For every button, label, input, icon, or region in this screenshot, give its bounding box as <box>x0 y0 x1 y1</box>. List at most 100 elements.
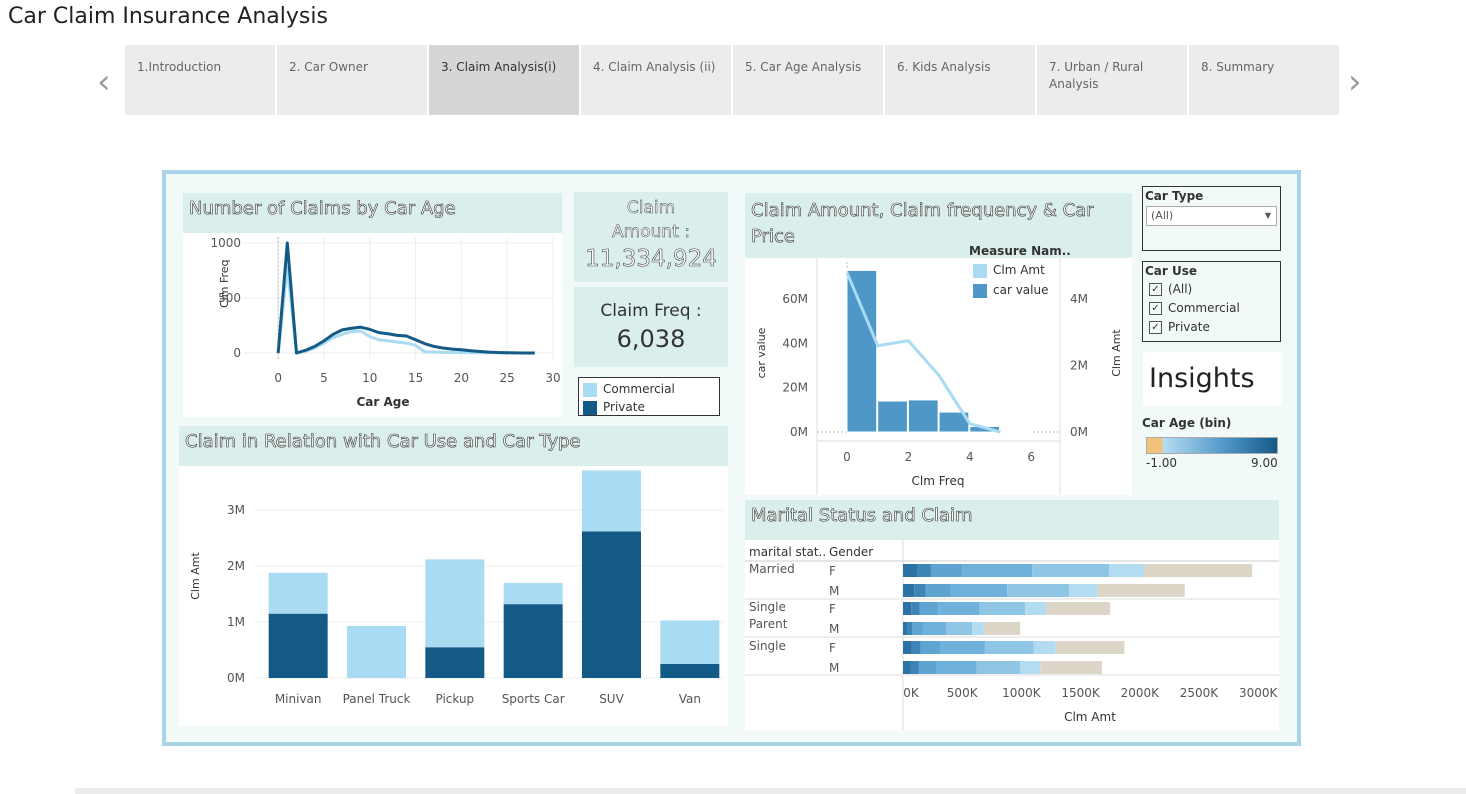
gender-label: F <box>829 641 836 655</box>
x-tick-label: 15 <box>408 371 423 385</box>
legend-private[interactable]: Private <box>583 398 715 416</box>
right-axis-title: Clm Amt <box>1110 329 1123 377</box>
marital-panel: F Married M F Single Parent M F Single M 0K 500K 100… <box>745 540 1279 731</box>
bar-segment <box>910 661 919 674</box>
x-tick-label: 0K <box>903 686 920 700</box>
left-tick-label: 40M <box>782 336 808 350</box>
x-axis-title: Clm Amt <box>1064 710 1116 724</box>
bar-private <box>582 531 641 678</box>
price-chart-title: Claim Amount, Claim frequency & Car Pric… <box>745 193 1132 258</box>
y-tick-label: 2M <box>227 559 245 573</box>
marital-status-label: Single <box>749 600 786 614</box>
category-label: Panel Truck <box>343 692 411 706</box>
gender-label: F <box>829 602 836 616</box>
x-tick-label: 500K <box>947 686 979 700</box>
car-type-chart[interactable]: 0M 1M 2M 3M Minivan Panel Truck Pickup Sports … <box>179 466 728 726</box>
left-tick-label: 60M <box>782 292 808 306</box>
bar-segment <box>983 622 1021 635</box>
bar-segment <box>916 564 931 577</box>
chevron-down-icon: ▼ <box>1264 211 1271 220</box>
legend-car-value[interactable]: car value <box>973 283 1048 298</box>
checkbox-checked-icon: ✓ <box>1149 302 1162 315</box>
tab-introduction[interactable]: 1.Introduction <box>125 45 275 115</box>
car-use-filter-label: Car Use <box>1145 264 1198 278</box>
right-tick-label: 0M <box>1070 425 1088 439</box>
car-type-dropdown[interactable]: (All) ▼ <box>1146 206 1277 226</box>
car-type-filter: Car Type (All) ▼ <box>1142 186 1281 251</box>
bar-segment <box>1097 584 1185 597</box>
bar-commercial <box>503 582 563 605</box>
measure-legend-title: Measure Nam.. <box>969 244 1071 258</box>
bar-segment <box>920 641 941 654</box>
tab-claim-analysis-i[interactable]: 3. Claim Analysis(i) <box>429 45 579 115</box>
car-use-option-label: Private <box>1168 320 1210 334</box>
marital-status-label: Parent <box>749 617 788 631</box>
bar-segment <box>925 584 951 597</box>
marital-chart[interactable]: FMarriedMFSingleParent MFSingleM0K 500K 100… <box>745 540 1279 731</box>
right-tick-label: 4M <box>1070 292 1088 306</box>
claims-by-age-chart[interactable]: 0 5 10 15 20 25 3005001000 Clm Freq Car Age <box>183 233 562 417</box>
bottom-toolbar <box>75 788 1466 794</box>
x-tick-label: 0 <box>274 371 282 385</box>
tab-urban-rural-analysis[interactable]: 7. Urban / Rural Analysis <box>1037 45 1187 115</box>
bar-private <box>660 664 720 678</box>
claim-freq-label: Claim Freq : <box>600 301 702 321</box>
car-use-option-private[interactable]: ✓ Private <box>1143 318 1280 337</box>
tab-summary[interactable]: 8. Summary <box>1189 45 1339 115</box>
car-use-option-label: (All) <box>1168 282 1193 296</box>
gender-label: M <box>829 622 839 636</box>
x-axis-title: Car Age <box>356 395 409 409</box>
legend-car-value-label: car value <box>993 283 1049 297</box>
checkbox-checked-icon: ✓ <box>1149 283 1162 296</box>
tab-kids-analysis[interactable]: 6. Kids Analysis <box>885 45 1035 115</box>
bar-segment <box>940 641 985 654</box>
bar-segment <box>950 584 1008 597</box>
price-chart-panel: 0M 20M 40M 60M 0M 2M 4M 0 2 4 6 car value Clm Amt … <box>745 244 1132 495</box>
legend-commercial[interactable]: Commercial <box>583 380 715 398</box>
bar-segment <box>903 602 912 615</box>
commercial-swatch <box>583 382 597 397</box>
car-age-color-scale <box>1146 437 1278 454</box>
bar-segment <box>946 622 973 635</box>
bar-segment <box>1025 602 1046 615</box>
tab-car-age-analysis[interactable]: 5. Car Age Analysis <box>733 45 883 115</box>
chevron-left-icon[interactable]: ‹ <box>97 62 111 102</box>
x-tick-label: 4 <box>966 450 974 464</box>
bar-segment <box>1033 641 1056 654</box>
category-label: Pickup <box>435 692 474 706</box>
bar-segment <box>984 641 1034 654</box>
bar-segment <box>919 602 939 615</box>
x-tick-label: 2000K <box>1121 686 1161 700</box>
x-tick-label: 20 <box>454 371 469 385</box>
y-axis-title: Clm Freq <box>218 259 231 308</box>
legend-clm-amt[interactable]: Clm Amt <box>973 263 1045 278</box>
x-tick-label: 6 <box>1027 450 1035 464</box>
bar-car-value <box>877 400 908 433</box>
car-use-option-all[interactable]: ✓ (All) <box>1143 280 1280 299</box>
car-type-chart-title: Claim in Relation with Car Use and Car T… <box>179 426 728 466</box>
bar-private <box>425 647 485 678</box>
x-tick-label: 3000K <box>1239 686 1279 700</box>
category-label: Sports Car <box>502 692 565 706</box>
bar-segment <box>1007 584 1070 597</box>
bar-segment <box>1055 641 1125 654</box>
marital-chart-title: Marital Status and Claim <box>745 500 1279 540</box>
car-use-option-commercial[interactable]: ✓ Commercial <box>1143 299 1280 318</box>
bar-segment <box>1020 661 1041 674</box>
category-label: SUV <box>599 692 624 706</box>
bar-segment <box>918 661 937 674</box>
bar-segment <box>903 622 908 635</box>
gender-label: M <box>829 584 839 598</box>
y-axis-title: Clm Amt <box>189 552 202 600</box>
price-chart[interactable]: 0M20M40M60M0M2M4M0 2 4 6 car value Clm Amt … <box>745 258 1132 495</box>
bar-segment <box>979 602 1026 615</box>
x-tick-label: 5 <box>320 371 328 385</box>
x-tick-label: 10 <box>362 371 377 385</box>
bar-segment <box>1069 584 1098 597</box>
bar-segment <box>903 641 912 654</box>
chevron-right-icon[interactable]: › <box>1348 62 1362 102</box>
tab-car-owner[interactable]: 2. Car Owner <box>277 45 427 115</box>
tab-claim-analysis-ii[interactable]: 4. Claim Analysis (ii) <box>581 45 731 115</box>
y-tick-label: 1M <box>227 615 245 629</box>
insights-button[interactable]: Insights <box>1143 352 1282 406</box>
